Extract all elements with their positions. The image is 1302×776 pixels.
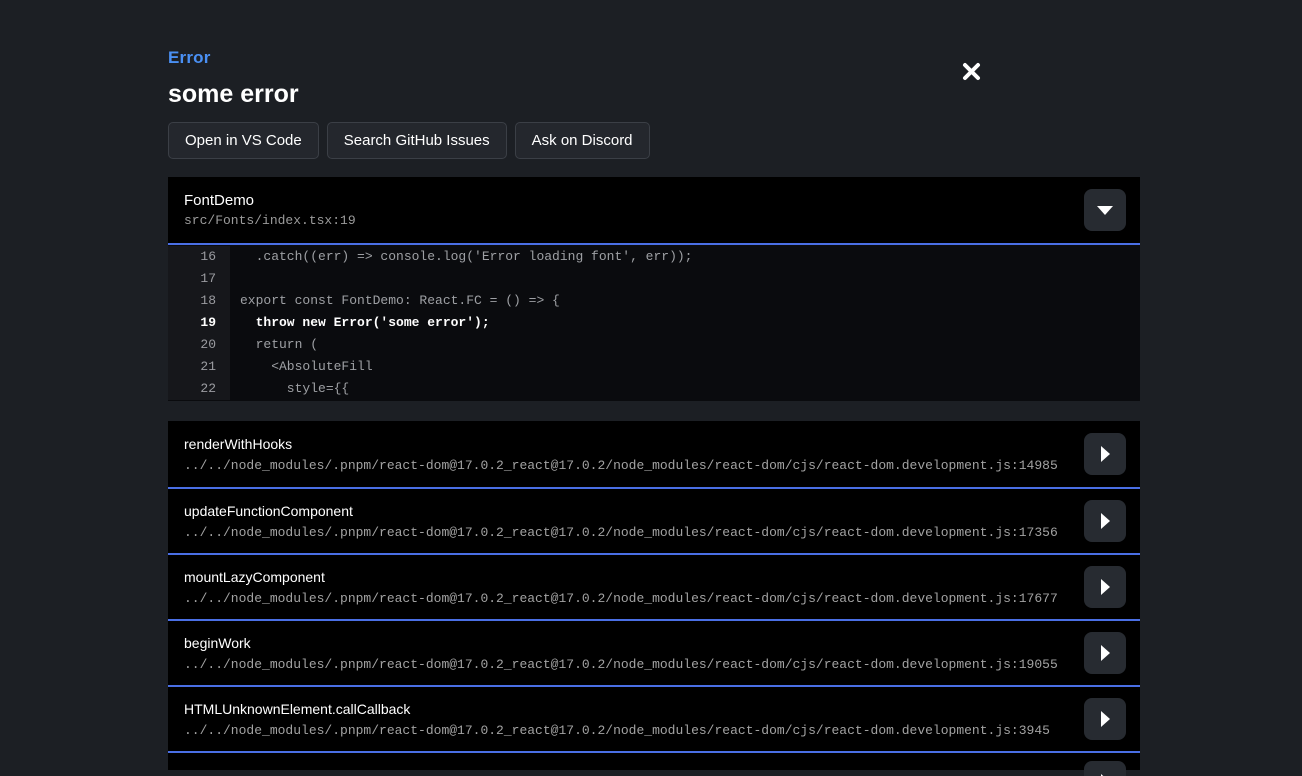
stack-frame-path: ../../node_modules/.pnpm/react-dom@17.0.… xyxy=(184,525,1070,540)
line-source: export const FontDemo: React.FC = () => … xyxy=(230,290,560,312)
open-vscode-button[interactable]: Open in VS Code xyxy=(168,122,319,159)
action-button-row: Open in VS Code Search GitHub Issues Ask… xyxy=(168,122,1140,159)
stack-frame-row: mountLazyComponent ../../node_modules/.p… xyxy=(168,553,1140,619)
expand-stack-frame-button[interactable] xyxy=(1084,698,1126,740)
line-number: 19 xyxy=(168,312,230,334)
stack-frame-row: beginWork ../../node_modules/.pnpm/react… xyxy=(168,619,1140,685)
line-number: 22 xyxy=(168,378,230,400)
collapse-code-frame-button[interactable] xyxy=(1084,189,1126,231)
stack-frame-function: beginWork xyxy=(184,635,1070,651)
line-number: 16 xyxy=(168,246,230,268)
code-line: 17 xyxy=(168,268,1140,290)
line-number: 20 xyxy=(168,334,230,356)
line-source: .catch((err) => console.log('Error loadi… xyxy=(230,246,692,268)
line-number: 18 xyxy=(168,290,230,312)
close-icon xyxy=(962,62,981,84)
code-frame-header: FontDemo src/Fonts/index.tsx:19 xyxy=(168,177,1140,245)
code-frame: FontDemo src/Fonts/index.tsx:19 16 .catc… xyxy=(168,177,1140,401)
stack-frame-function: HTMLUnknownElement.callCallback xyxy=(184,701,1070,717)
code-frame-title: FontDemo xyxy=(184,192,356,209)
code-frame-titles: FontDemo src/Fonts/index.tsx:19 xyxy=(184,192,356,228)
code-line: 20 return ( xyxy=(168,334,1140,356)
stack-frame-function: updateFunctionComponent xyxy=(184,503,1070,519)
play-icon xyxy=(1101,446,1110,462)
error-message: some error xyxy=(168,80,1140,109)
stack-frame-path: ../../node_modules/.pnpm/react-dom@17.0.… xyxy=(184,723,1070,738)
code-line: 22 style={{ xyxy=(168,378,1140,400)
search-github-button[interactable]: Search GitHub Issues xyxy=(327,122,507,159)
code-frame-location: src/Fonts/index.tsx:19 xyxy=(184,213,356,228)
line-source: <AbsoluteFill xyxy=(230,356,373,378)
expand-stack-frame-button[interactable] xyxy=(1084,761,1126,776)
stack-frame-row: HTMLUnknownElement.callCallback ../../no… xyxy=(168,685,1140,751)
play-icon xyxy=(1101,711,1110,727)
chevron-down-icon xyxy=(1097,206,1113,215)
error-overlay: Error some error Open in VS Code Search … xyxy=(168,0,1140,770)
play-icon xyxy=(1101,579,1110,595)
code-line: 18 export const FontDemo: React.FC = () … xyxy=(168,290,1140,312)
code-line: 21 <AbsoluteFill xyxy=(168,356,1140,378)
play-icon xyxy=(1101,645,1110,661)
code-line: 16 .catch((err) => console.log('Error lo… xyxy=(168,246,1140,268)
line-source: return ( xyxy=(230,334,318,356)
expand-stack-frame-button[interactable] xyxy=(1084,566,1126,608)
expand-stack-frame-button[interactable] xyxy=(1084,500,1126,542)
error-type-label: Error xyxy=(168,48,1140,68)
expand-stack-frame-button[interactable] xyxy=(1084,632,1126,674)
close-button[interactable] xyxy=(956,58,986,88)
code-block: 16 .catch((err) => console.log('Error lo… xyxy=(168,245,1140,401)
stack-frame-row: renderWithHooks ../../node_modules/.pnpm… xyxy=(168,421,1140,487)
line-source: style={{ xyxy=(230,378,349,400)
stack-frame-function: renderWithHooks xyxy=(184,436,1070,452)
stack-frame-path: ../../node_modules/.pnpm/react-dom@17.0.… xyxy=(184,657,1070,672)
line-source: throw new Error('some error'); xyxy=(230,312,490,334)
stack-frame-path: ../../node_modules/.pnpm/react-dom@17.0.… xyxy=(184,458,1070,473)
stack-frame-function: mountLazyComponent xyxy=(184,569,1070,585)
code-line-highlighted: 19 throw new Error('some error'); xyxy=(168,312,1140,334)
stack-frame-row-partial xyxy=(168,751,1140,770)
stack-frame-row: updateFunctionComponent ../../node_modul… xyxy=(168,487,1140,553)
line-number: 21 xyxy=(168,356,230,378)
line-number: 17 xyxy=(168,268,230,290)
ask-discord-button[interactable]: Ask on Discord xyxy=(515,122,650,159)
stack-frame-path: ../../node_modules/.pnpm/react-dom@17.0.… xyxy=(184,591,1070,606)
stack-frame-list: renderWithHooks ../../node_modules/.pnpm… xyxy=(168,421,1140,770)
expand-stack-frame-button[interactable] xyxy=(1084,433,1126,475)
play-icon xyxy=(1101,513,1110,529)
line-source xyxy=(230,268,240,290)
